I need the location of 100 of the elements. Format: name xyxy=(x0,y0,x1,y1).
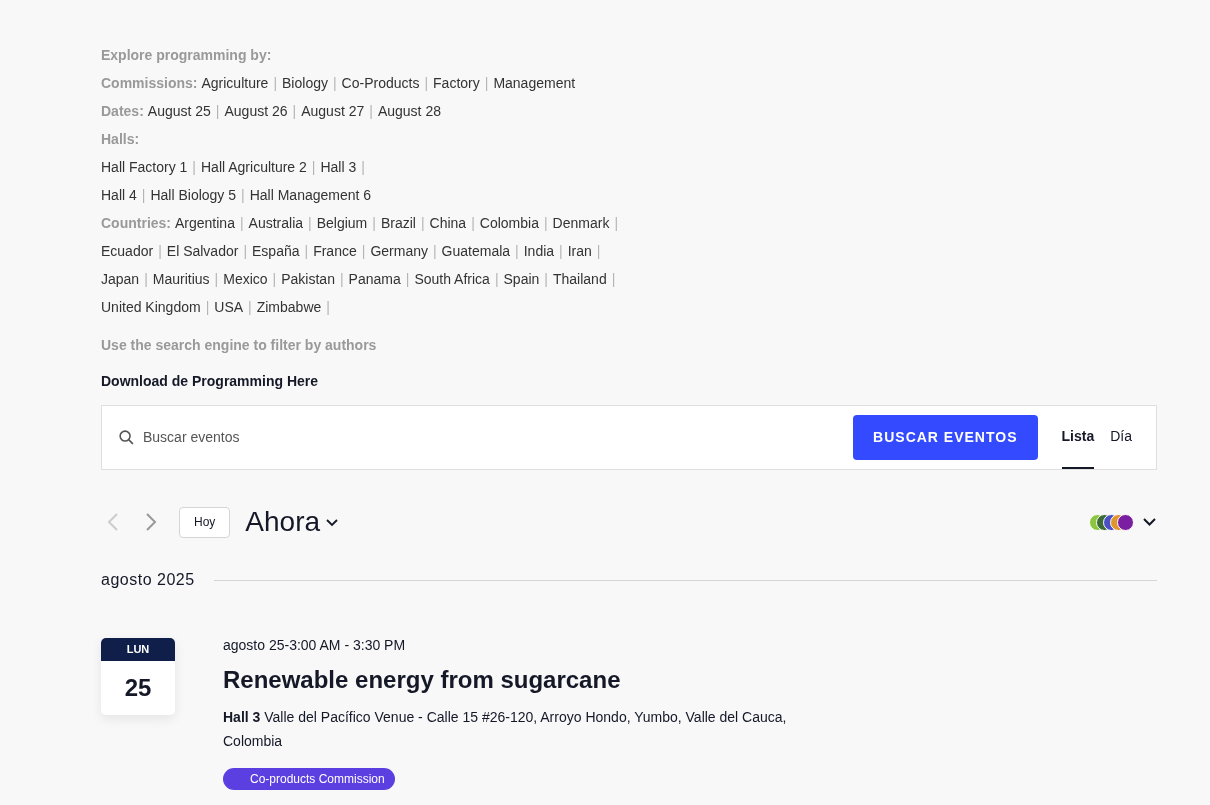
separator: | xyxy=(214,270,219,289)
day-number: 25 xyxy=(124,673,152,703)
separator: | xyxy=(241,186,245,205)
search-field[interactable]: Buscar eventos xyxy=(143,427,854,448)
month-heading: agosto 2025 xyxy=(101,570,195,590)
caret-icon[interactable] xyxy=(1143,518,1156,526)
weekday-label: LUN xyxy=(126,642,150,658)
explore-heading: Explore programming by: xyxy=(101,46,272,65)
filter-link[interactable]: Factory xyxy=(433,69,480,97)
filter-link[interactable]: Hall 3 xyxy=(320,153,357,181)
separator: | xyxy=(611,270,616,289)
filter-link[interactable]: Australia xyxy=(248,209,304,237)
filter-link[interactable]: France xyxy=(313,237,357,265)
separator: | xyxy=(144,270,148,289)
separator: | xyxy=(484,74,489,93)
separator: | xyxy=(205,298,210,317)
previous-icon[interactable] xyxy=(107,512,119,532)
filter-link[interactable]: August 26 xyxy=(224,97,288,125)
filter-link[interactable]: Argentina xyxy=(175,209,235,237)
category-tag[interactable]: Co-products Commission xyxy=(223,768,395,790)
separator: | xyxy=(141,186,146,205)
event-venue: Hall 3 Valle del Pacífico Venue - Calle 15 #26-120, Arroyo Hondo, Yumbo, Valle del Cauca, Colombia xyxy=(223,708,788,751)
separator: | xyxy=(361,242,366,261)
search-icon xyxy=(118,429,135,446)
filter-link[interactable]: China xyxy=(429,209,467,237)
separator: | xyxy=(420,214,425,233)
filter-link[interactable]: El Salvador xyxy=(166,237,239,265)
filter-link[interactable]: Zimbabwe xyxy=(256,293,322,321)
filter-link[interactable]: Brazil xyxy=(380,209,416,237)
separator: | xyxy=(559,242,563,261)
filter-link[interactable]: India xyxy=(523,237,555,265)
separator: | xyxy=(515,242,519,261)
today-button[interactable]: Hoy xyxy=(179,506,231,538)
filter-link[interactable]: Management xyxy=(493,69,576,97)
filter-label: Dates: xyxy=(101,102,144,121)
search-button[interactable]: BUSCAR EVENTOS xyxy=(853,415,1038,460)
filter-label: Countries: xyxy=(101,214,171,233)
filter-link[interactable]: August 25 xyxy=(147,97,211,125)
filter-link[interactable]: Pakistan xyxy=(281,265,335,293)
filter-link[interactable]: Biology xyxy=(282,69,328,97)
separator: | xyxy=(332,74,337,93)
separator: | xyxy=(273,74,278,93)
separator: | xyxy=(361,158,365,177)
separator: | xyxy=(432,242,437,261)
filter-link[interactable]: Hall Factory 1 xyxy=(101,153,188,181)
period-selector[interactable]: Ahora xyxy=(245,501,339,543)
separator: | xyxy=(424,74,429,93)
filter-link[interactable]: Panama xyxy=(348,265,401,293)
event-title[interactable]: Renewable energy from sugarcane xyxy=(223,666,803,694)
separator: | xyxy=(158,242,162,261)
filter-link[interactable]: August 27 xyxy=(301,97,365,125)
separator: | xyxy=(369,102,373,121)
filter-link[interactable]: Japan xyxy=(101,265,140,293)
filter-label: Commissions: xyxy=(101,74,198,93)
filter-link[interactable]: Thailand xyxy=(552,265,607,293)
filter-link[interactable]: Hall Management 6 xyxy=(249,181,372,209)
separator: | xyxy=(326,298,330,317)
filter-link[interactable]: Hall Agriculture 2 xyxy=(201,153,307,181)
filter-link[interactable]: España xyxy=(252,237,300,265)
search-hint: Use the search engine to filter by authors xyxy=(101,336,377,355)
filter-link[interactable]: Guatemala xyxy=(441,237,511,265)
filter-link[interactable]: Colombia xyxy=(479,209,539,237)
view-tab[interactable]: Día xyxy=(1110,406,1132,469)
separator: | xyxy=(308,214,312,233)
filter-link[interactable]: Denmark xyxy=(552,209,610,237)
separator: | xyxy=(494,270,499,289)
filter-link[interactable]: Germany xyxy=(370,237,428,265)
filter-link[interactable]: Mauritius xyxy=(152,265,210,293)
filter-link[interactable]: Iran xyxy=(567,237,592,265)
view-tab[interactable]: Lista xyxy=(1061,406,1095,469)
separator: | xyxy=(215,102,220,121)
filter-link[interactable]: USA xyxy=(214,293,244,321)
separator: | xyxy=(311,158,316,177)
separator: | xyxy=(372,214,376,233)
separator: | xyxy=(596,242,601,261)
separator: | xyxy=(248,298,252,317)
filter-link[interactable]: Agriculture xyxy=(201,69,269,97)
separator: | xyxy=(304,242,309,261)
download-link[interactable]: Download de Programming Here xyxy=(101,367,319,395)
filter-link[interactable]: Ecuador xyxy=(101,237,154,265)
separator: | xyxy=(192,158,196,177)
filter-link[interactable]: Co-Products xyxy=(341,69,420,97)
filter-link[interactable]: August 28 xyxy=(377,97,441,125)
next-icon[interactable] xyxy=(145,512,157,532)
filter-link[interactable]: Spain xyxy=(503,265,540,293)
separator: | xyxy=(614,214,619,233)
separator: | xyxy=(471,214,475,233)
filter-link[interactable]: Hall Biology 5 xyxy=(150,181,237,209)
filter-link[interactable]: Belgium xyxy=(316,209,368,237)
filter-link[interactable]: Hall 4 xyxy=(101,181,137,209)
filter-link[interactable]: Mexico xyxy=(223,265,268,293)
caret-icon xyxy=(326,519,339,527)
filter-link[interactable]: United Kingdom xyxy=(101,293,201,321)
event-time: agosto 25-3:00 AM - 3:30 PM xyxy=(223,637,407,653)
separator: | xyxy=(272,270,277,289)
separator: | xyxy=(239,214,244,233)
filter-link[interactable]: South Africa xyxy=(414,265,490,293)
separator: | xyxy=(243,242,248,261)
separator: | xyxy=(543,214,548,233)
separator: | xyxy=(544,270,548,289)
